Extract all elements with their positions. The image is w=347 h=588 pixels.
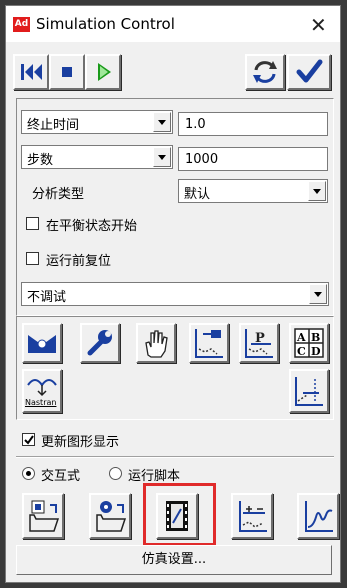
play-button[interactable] xyxy=(85,54,121,90)
highlight-box xyxy=(143,483,216,546)
end-mode-value: 终止时间 xyxy=(27,118,80,133)
update-graphics-checkbox[interactable] xyxy=(22,433,35,446)
plot-pm-icon xyxy=(239,501,267,532)
svg-text:C: C xyxy=(297,345,306,358)
plot-export-icon xyxy=(195,329,223,358)
stop-button[interactable] xyxy=(49,54,85,90)
plot-eigen-icon xyxy=(295,377,323,406)
wrench-icon xyxy=(87,330,112,356)
end-mode-select[interactable]: 终止时间 xyxy=(21,110,173,134)
chevron-down-icon[interactable] xyxy=(153,112,171,132)
interactive-radio[interactable] xyxy=(22,467,35,480)
close-icon[interactable]: ✕ xyxy=(310,13,327,37)
nastran-button[interactable]: Nastran xyxy=(22,369,62,413)
rewind-icon xyxy=(21,64,42,80)
nastran-label: Nastran xyxy=(25,398,57,407)
wrench-button[interactable] xyxy=(80,323,120,363)
interactive-label: 交互式 xyxy=(41,469,81,484)
abcd-button[interactable]: A B C D xyxy=(289,323,329,363)
chevron-down-icon[interactable] xyxy=(308,181,326,201)
open-settings-folder-button[interactable] xyxy=(89,493,131,539)
apply-button[interactable] xyxy=(287,54,331,90)
svg-text:D: D xyxy=(311,345,321,358)
update-graphics-label: 更新图形显示 xyxy=(41,435,120,450)
title-bar: Ad Simulation Control ✕ xyxy=(6,6,340,42)
divider xyxy=(16,456,334,458)
script-radio[interactable] xyxy=(109,467,122,480)
analysis-type-label: 分析类型 xyxy=(32,187,85,202)
script-label: 运行脚本 xyxy=(128,469,181,484)
reset-refresh-button[interactable] xyxy=(245,54,285,90)
refresh-icon xyxy=(253,61,277,83)
open-folder-icon xyxy=(29,500,60,532)
steps-mode-select[interactable]: 步数 xyxy=(21,145,173,169)
start-at-equilibrium-checkbox[interactable] xyxy=(26,217,39,230)
chevron-down-icon[interactable] xyxy=(153,147,171,167)
stop-icon xyxy=(62,67,72,77)
svg-text:B: B xyxy=(311,331,320,344)
end-time-field[interactable]: 1.0 xyxy=(178,112,328,136)
start-at-equilibrium-label: 在平衡状态开始 xyxy=(46,219,138,234)
debug-select[interactable]: 不调试 xyxy=(21,282,329,306)
curve-plot-button[interactable] xyxy=(297,493,339,539)
measure-button[interactable] xyxy=(22,323,62,363)
app-logo-icon: Ad xyxy=(13,17,30,32)
checkmark-icon xyxy=(24,435,34,445)
open-folder-button[interactable] xyxy=(22,493,64,539)
open-settings-folder-icon xyxy=(96,501,127,532)
plot-export-button[interactable] xyxy=(189,323,229,363)
play-icon xyxy=(98,63,111,81)
svg-text:A: A xyxy=(296,331,306,344)
simulation-settings-button[interactable]: 仿真设置... xyxy=(16,545,332,575)
curve-icon xyxy=(305,501,333,532)
analysis-type-select[interactable]: 默认 xyxy=(178,179,328,203)
hand-icon xyxy=(145,330,168,358)
plot-p-icon: P xyxy=(245,329,273,358)
reset-before-run-label: 运行前复位 xyxy=(46,254,112,269)
chevron-down-icon[interactable] xyxy=(309,284,327,304)
window-title: Simulation Control xyxy=(36,15,175,33)
apply-check-icon xyxy=(296,59,323,83)
steps-field[interactable]: 1000 xyxy=(178,147,328,171)
plot-eigen-button[interactable] xyxy=(289,369,329,413)
reset-before-run-checkbox[interactable] xyxy=(26,252,39,265)
measure-icon xyxy=(28,335,56,353)
steps-mode-value: 步数 xyxy=(27,153,54,168)
abcd-table-icon: A B C D xyxy=(294,328,324,358)
plot-p-button[interactable]: P xyxy=(239,323,279,363)
hand-button[interactable] xyxy=(136,323,176,363)
rewind-button[interactable] xyxy=(13,54,49,90)
plot-pm-button[interactable] xyxy=(231,493,273,539)
simulation-control-window: Ad Simulation Control ✕ 终止时间 1.0 步数 1000… xyxy=(5,5,341,583)
